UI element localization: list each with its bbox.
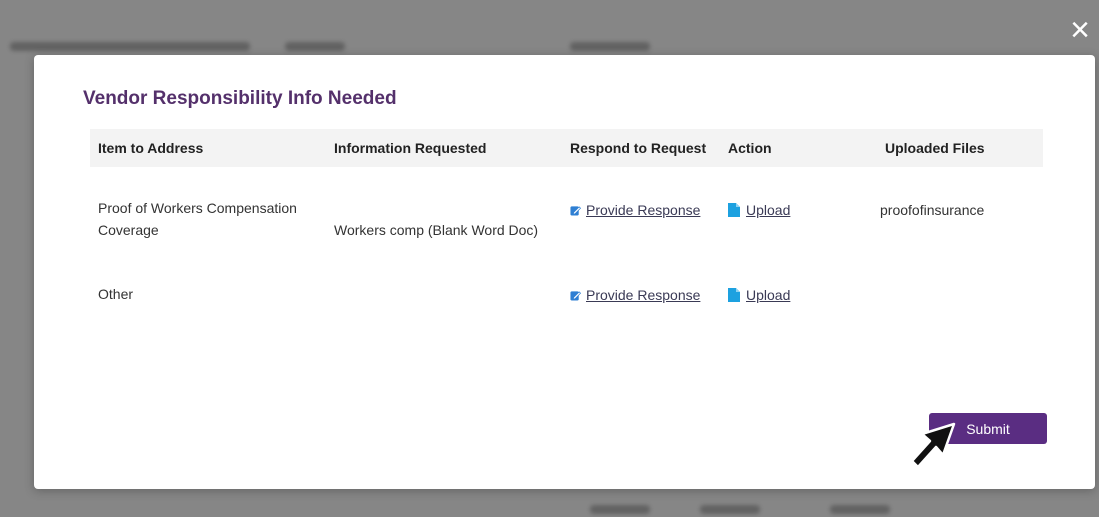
uploaded-file-name: proofofinsurance xyxy=(880,202,985,218)
table-row: Other Provide Response Upload xyxy=(90,255,1043,325)
upload-label: Upload xyxy=(746,202,791,218)
edit-response-icon xyxy=(570,205,581,216)
action-cell: Upload xyxy=(728,199,790,223)
respond-cell: Provide Response xyxy=(570,199,700,222)
upload-label: Upload xyxy=(746,287,791,303)
modal-title: Vendor Responsibility Info Needed xyxy=(83,88,397,109)
column-header-action: Action xyxy=(728,140,772,156)
provide-response-link[interactable]: Provide Response xyxy=(570,284,700,306)
action-cell: Upload xyxy=(728,284,790,308)
information-cell: Workers comp (Blank Word Doc) xyxy=(334,222,539,238)
upload-link[interactable]: Upload xyxy=(728,284,790,306)
close-icon[interactable]: × xyxy=(1065,12,1095,48)
item-text: Proof of Workers Compensation xyxy=(98,200,297,216)
column-header-information: Information Requested xyxy=(334,140,487,156)
table-header: Item to Address Information Requested Re… xyxy=(90,129,1043,167)
file-icon xyxy=(728,288,740,302)
mouse-pointer-icon xyxy=(910,422,956,469)
provide-response-label: Provide Response xyxy=(586,202,701,218)
provide-response-link[interactable]: Provide Response xyxy=(570,199,700,221)
item-text: Other xyxy=(98,286,134,302)
item-text: Coverage xyxy=(98,222,159,238)
provide-response-label: Provide Response xyxy=(586,287,701,303)
requests-table: Item to Address Information Requested Re… xyxy=(90,129,1043,325)
item-cell: Proof of Workers Compensation Coverage xyxy=(98,197,297,241)
item-cell: Other xyxy=(98,283,133,305)
upload-link[interactable]: Upload xyxy=(728,199,790,221)
column-header-item: Item to Address xyxy=(98,140,204,156)
column-header-uploaded-files: Uploaded Files xyxy=(885,140,985,156)
respond-cell: Provide Response xyxy=(570,284,700,307)
edit-response-icon xyxy=(570,290,581,301)
file-icon xyxy=(728,203,740,217)
column-header-respond: Respond to Request xyxy=(570,140,707,156)
table-row: Proof of Workers Compensation Coverage W… xyxy=(90,167,1043,255)
